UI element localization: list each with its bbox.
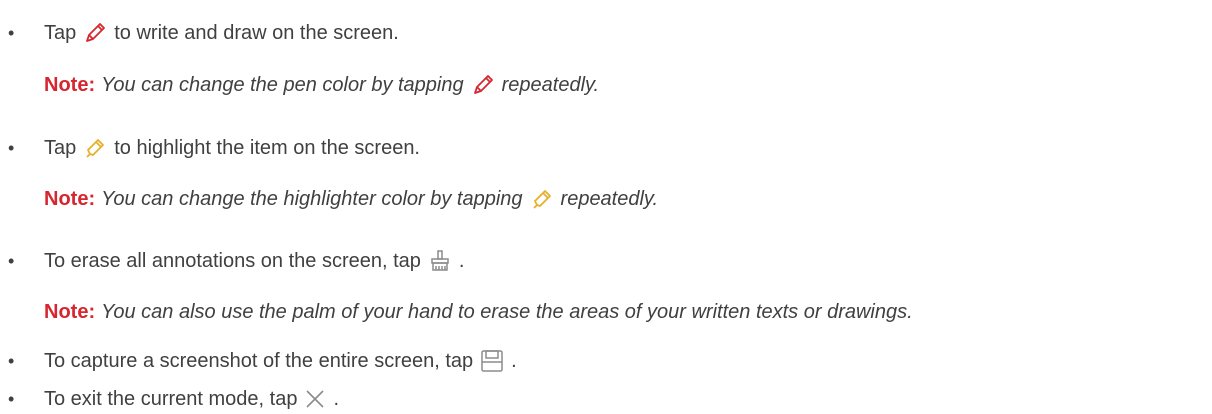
note-label: Note:	[44, 73, 96, 96]
close-icon	[303, 387, 327, 411]
pen-icon	[470, 72, 496, 98]
instruction-list: • Tap to write and draw on the screen. N…	[0, 0, 1212, 414]
highlighter-icon	[82, 135, 108, 161]
item-text-after: to write and draw on the screen.	[114, 21, 399, 44]
item-text-before: To exit the current mode, tap	[44, 387, 298, 410]
note-label: Note:	[44, 300, 96, 323]
highlighter-icon	[529, 186, 555, 212]
bullet: •	[8, 350, 15, 371]
save-icon	[479, 348, 505, 374]
item-text-before: Tap	[44, 136, 77, 159]
note-text: You can also use the palm of your hand t…	[101, 300, 913, 323]
item-text-before: To erase all annotations on the screen, …	[44, 249, 421, 272]
note-label: Note:	[44, 187, 96, 210]
note-text-after: repeatedly.	[501, 73, 600, 96]
bullet: •	[8, 250, 15, 271]
bullet: •	[8, 388, 15, 409]
item-text-after: to highlight the item on the screen.	[114, 136, 420, 159]
note-text-before: You can change the pen color by tapping	[101, 73, 464, 96]
item-text-after: .	[511, 349, 517, 372]
item-text-after: .	[333, 387, 340, 410]
pen-icon	[82, 20, 108, 46]
note-text-before: You can change the highlighter color by …	[101, 187, 523, 210]
item-text-before: To capture a screenshot of the entire sc…	[44, 349, 474, 372]
eraser-icon	[427, 248, 453, 274]
note-text-after: repeatedly.	[560, 187, 659, 210]
item-text-after: .	[458, 249, 465, 272]
bullet: •	[8, 137, 15, 158]
bullet: •	[8, 22, 15, 43]
item-text-before: Tap	[44, 21, 77, 44]
